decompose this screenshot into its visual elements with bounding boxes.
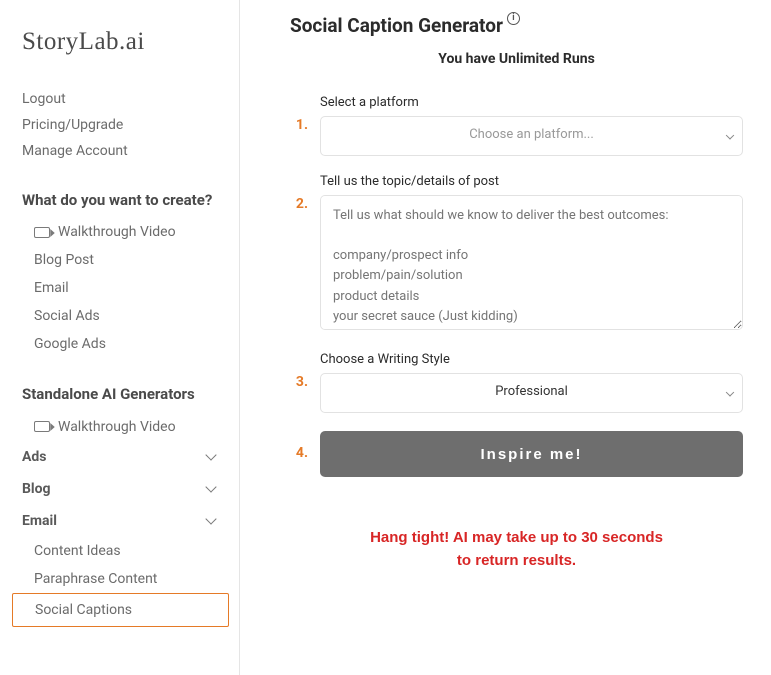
platform-select[interactable]: Choose an platform... (320, 116, 743, 156)
chevron-down-icon (205, 451, 217, 463)
chevron-down-icon (205, 483, 217, 495)
heading-create: What do you want to create? (22, 190, 231, 210)
step-number: 4. (290, 431, 320, 461)
nav-email[interactable]: Email (22, 274, 231, 302)
step-number: 1. (290, 95, 320, 133)
category-label: Blog (22, 481, 51, 497)
nav-logout[interactable]: Logout (22, 86, 231, 112)
sidebar: StoryLab.ai Logout Pricing/Upgrade Manag… (0, 0, 240, 675)
nav-label: Social Captions (25, 596, 228, 624)
writing-style-select[interactable]: Professional (320, 373, 743, 413)
nav-content-ideas[interactable]: Content Ideas (22, 537, 231, 565)
step-4: 4. Inspire me! (290, 431, 743, 477)
category-email[interactable]: Email (22, 505, 231, 537)
nav-pricing-upgrade[interactable]: Pricing/Upgrade (22, 112, 231, 138)
nav-blog-post[interactable]: Blog Post (22, 246, 231, 274)
step-number: 3. (290, 352, 320, 390)
wait-line-1: Hang tight! AI may take up to 30 seconds (290, 527, 743, 550)
inspire-button[interactable]: Inspire me! (320, 431, 743, 477)
nav-google-ads[interactable]: Google Ads (22, 330, 231, 358)
heading-standalone: Standalone AI Generators (22, 384, 231, 404)
nav-walkthrough-video[interactable]: Walkthrough Video (22, 218, 231, 246)
wait-message: Hang tight! AI may take up to 30 seconds… (290, 527, 743, 572)
chevron-down-icon (205, 515, 217, 527)
nav-social-captions-selected[interactable]: Social Captions (12, 593, 229, 627)
step-2: 2. Tell us the topic/details of post (290, 174, 743, 334)
topic-textarea[interactable] (320, 195, 743, 330)
category-label: Ads (22, 449, 46, 465)
wait-line-2: to return results. (290, 550, 743, 573)
logo: StoryLab.ai (22, 28, 231, 56)
page-title: Social Caption Generator i (290, 14, 743, 37)
page-title-text: Social Caption Generator (290, 14, 503, 37)
video-icon (34, 227, 50, 238)
step-label-style: Choose a Writing Style (320, 352, 743, 367)
category-label: Email (22, 513, 57, 529)
step-number: 2. (290, 174, 320, 212)
category-ads[interactable]: Ads (22, 441, 231, 473)
main-content: Social Caption Generator i You have Unli… (240, 0, 771, 675)
step-label-topic: Tell us the topic/details of post (320, 174, 743, 189)
nav-label: Walkthrough Video (58, 224, 176, 240)
info-icon[interactable]: i (507, 12, 520, 25)
nav-manage-account[interactable]: Manage Account (22, 138, 231, 164)
category-blog[interactable]: Blog (22, 473, 231, 505)
step-label-platform: Select a platform (320, 95, 743, 110)
step-3: 3. Choose a Writing Style Professional (290, 352, 743, 413)
runs-note: You have Unlimited Runs (290, 51, 743, 67)
step-1: 1. Select a platform Choose an platform.… (290, 95, 743, 156)
nav-paraphrase-content[interactable]: Paraphrase Content (22, 565, 231, 593)
nav-label: Walkthrough Video (58, 419, 176, 435)
nav-social-ads[interactable]: Social Ads (22, 302, 231, 330)
nav-standalone-walkthrough[interactable]: Walkthrough Video (22, 413, 231, 441)
video-icon (34, 421, 50, 432)
